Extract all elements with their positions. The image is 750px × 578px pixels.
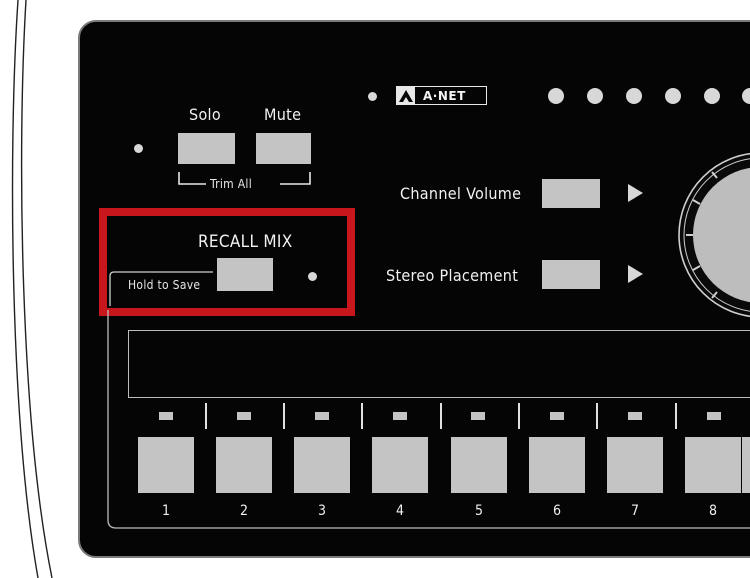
channel-number: 8 (708, 503, 717, 519)
stereo-placement-label: Stereo Placement (386, 266, 519, 285)
channel-separator (361, 403, 363, 429)
channel-led-icon (159, 412, 173, 420)
stereo-placement-button[interactable] (542, 260, 600, 289)
meter-dot-icon (548, 88, 564, 104)
channel-led-icon (393, 412, 407, 420)
play-arrow-icon (628, 184, 643, 202)
channel-led-icon (628, 412, 642, 420)
recall-mix-highlight (99, 208, 355, 316)
channel-separator (596, 403, 598, 429)
channel-led-icon (471, 412, 485, 420)
channel-number: 5 (474, 503, 483, 519)
solo-label: Solo (189, 105, 221, 124)
channel-led-icon (550, 412, 564, 420)
channel-number: 4 (395, 503, 404, 519)
anet-logo-text: A·NET (423, 88, 466, 103)
channel-led-icon (237, 412, 251, 420)
channel-7-button[interactable] (607, 437, 663, 493)
channel-led-icon (707, 412, 721, 420)
meter-dot-icon (704, 88, 720, 104)
channel-8-button[interactable] (685, 437, 741, 493)
channel-number: 3 (317, 503, 326, 519)
channel-6-button[interactable] (529, 437, 585, 493)
channel-separator (205, 403, 207, 429)
channel-5-button[interactable] (451, 437, 507, 493)
channel-volume-label: Channel Volume (400, 184, 522, 203)
solo-led-icon (134, 144, 143, 153)
solo-button[interactable] (178, 133, 235, 164)
channel-number: 1 (161, 503, 170, 519)
display-window (128, 330, 750, 398)
channel-9-button-partial[interactable] (742, 437, 750, 493)
channel-2-button[interactable] (216, 437, 272, 493)
status-led-icon (368, 92, 377, 101)
channel-3-button[interactable] (294, 437, 350, 493)
channel-separator (440, 403, 442, 429)
channel-number: 2 (239, 503, 248, 519)
channel-4-button[interactable] (372, 437, 428, 493)
meter-dot-icon (665, 88, 681, 104)
channel-led-icon (315, 412, 329, 420)
channel-number: 7 (630, 503, 639, 519)
channel-separator (283, 403, 285, 429)
anet-logo: A·NET (396, 86, 487, 105)
anet-logo-icon (397, 87, 415, 104)
meter-dot-icon (587, 88, 603, 104)
channel-separator (675, 403, 677, 429)
channel-1-button[interactable] (138, 437, 194, 493)
play-arrow-icon (628, 265, 643, 283)
rotary-knob-icon[interactable] (676, 150, 750, 320)
channel-volume-button[interactable] (542, 179, 600, 208)
trim-all-label: Trim All (210, 177, 252, 191)
meter-dot-icon (626, 88, 642, 104)
channel-number: 6 (552, 503, 561, 519)
mute-label: Mute (264, 105, 302, 124)
channel-separator (518, 403, 520, 429)
mute-button[interactable] (256, 133, 311, 164)
